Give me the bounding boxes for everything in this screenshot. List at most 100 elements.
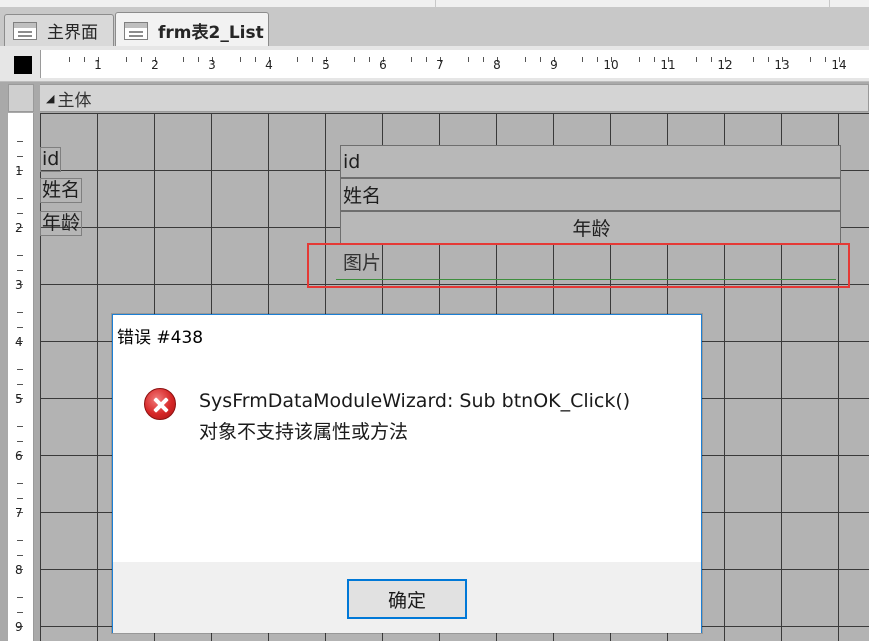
ruler-tick xyxy=(17,483,23,485)
ruler-number: 1 xyxy=(15,164,23,178)
ruler-number: 5 xyxy=(15,392,23,406)
ruler-tick xyxy=(311,57,313,62)
error-message-line1: SysFrmDataModuleWizard: Sub btnOK_Click(… xyxy=(199,390,631,412)
form-selector[interactable] xyxy=(14,56,32,74)
ruler-tick xyxy=(17,269,23,271)
ruler-tick xyxy=(639,57,641,62)
textbox-age[interactable]: 年龄 xyxy=(340,211,841,244)
ruler-tick xyxy=(17,212,23,214)
ruler-number: 14 xyxy=(831,58,847,72)
ruler-number: 3 xyxy=(208,58,216,72)
form-icon xyxy=(124,21,148,40)
ruler-number: 12 xyxy=(717,58,733,72)
ruler-tick xyxy=(710,57,712,62)
ruler-number: 2 xyxy=(151,58,159,72)
tab-label: 主界面 xyxy=(47,23,98,43)
horizontal-ruler[interactable]: 1 2 3 4 5 6 7 8 9 10 11 12 13 14 xyxy=(40,50,869,78)
error-icon xyxy=(144,388,176,420)
ruler-tick xyxy=(17,155,23,157)
ruler-number: 7 xyxy=(15,506,23,520)
textbox-id[interactable]: id xyxy=(340,145,841,178)
ruler-tick xyxy=(653,57,655,62)
tab-main-screen[interactable]: 主界面 xyxy=(4,14,114,46)
error-message-line2: 对象不支持该属性或方法 xyxy=(199,421,409,443)
label-text: id xyxy=(42,148,60,170)
ruler-tick xyxy=(753,57,755,62)
ruler-number: 8 xyxy=(493,58,501,72)
ruler-tick xyxy=(17,440,23,442)
ruler-tick xyxy=(140,57,142,62)
ruler-tick xyxy=(539,57,541,62)
ruler-tick xyxy=(83,57,85,62)
ruler-tick xyxy=(17,312,23,314)
ruler-tick xyxy=(17,369,23,371)
ruler-number: 5 xyxy=(322,58,330,72)
ruler-tick xyxy=(17,426,23,428)
ruler-number: 2 xyxy=(15,221,23,235)
ruler-number: 3 xyxy=(15,278,23,292)
ruler-number: 7 xyxy=(436,58,444,72)
label-name[interactable]: 姓名 xyxy=(40,178,83,203)
textbox-name[interactable]: 姓名 xyxy=(340,178,841,211)
form-icon xyxy=(13,21,37,40)
section-selector[interactable] xyxy=(8,84,34,112)
field-text: 年龄 xyxy=(572,218,611,240)
ruler-number: 10 xyxy=(603,58,619,72)
ok-button[interactable]: 确定 xyxy=(347,579,467,619)
section-header-detail[interactable]: ◢ 主体 xyxy=(40,84,869,112)
ruler-tick xyxy=(17,540,23,542)
document-tab-bar: 主界面 frm表2_List xyxy=(0,8,869,54)
ruler-tick xyxy=(17,326,23,328)
ruler-tick xyxy=(482,57,484,62)
ruler-tick xyxy=(582,57,584,62)
ruler-bar: 1 2 3 4 5 6 7 8 9 10 11 12 13 14 xyxy=(0,46,869,82)
ruler-tick xyxy=(17,383,23,385)
highlight-box xyxy=(307,243,850,288)
ruler-tick xyxy=(197,57,199,62)
error-dialog: 错误 #438 SysFrmDataModuleWizard: Sub btnO… xyxy=(112,314,702,633)
ruler-number: 1 xyxy=(94,58,102,72)
ruler-tick xyxy=(17,597,23,599)
tab-frm-list[interactable]: frm表2_List xyxy=(115,12,269,48)
section-label: 主体 xyxy=(57,90,92,111)
ribbon-separator xyxy=(829,0,830,8)
ruler-number: 8 xyxy=(15,563,23,577)
ruler-number: 9 xyxy=(550,58,558,72)
ruler-number: 9 xyxy=(15,620,23,634)
field-text: 姓名 xyxy=(343,185,382,207)
ruler-tick xyxy=(69,57,71,62)
ruler-number: 13 xyxy=(774,58,790,72)
ruler-number: 6 xyxy=(15,449,23,463)
ruler-tick xyxy=(240,57,242,62)
ruler-number: 11 xyxy=(660,58,676,72)
ruler-tick xyxy=(254,57,256,62)
access-form-designer: 主界面 frm表2_List 1 2 3 4 5 6 7 8 9 10 11 12 13 14 12345… xyxy=(0,0,869,641)
ruler-tick xyxy=(17,497,23,499)
ruler-tick xyxy=(17,141,23,143)
ruler-tick xyxy=(468,57,470,62)
dialog-footer: 确定 xyxy=(113,562,701,633)
label-text: 姓名 xyxy=(42,179,81,201)
ruler-tick xyxy=(368,57,370,62)
ruler-tick xyxy=(696,57,698,62)
ruler-tick xyxy=(425,57,427,62)
ruler-number: 6 xyxy=(379,58,387,72)
vertical-ruler[interactable]: 1 2 3 4 5 6 7 8 9 xyxy=(8,113,34,641)
ruler-tick xyxy=(297,57,299,62)
tab-label: frm表2_List xyxy=(158,23,264,43)
ruler-tick xyxy=(810,57,812,62)
ruler-tick xyxy=(183,57,185,62)
label-age[interactable]: 年龄 xyxy=(40,211,83,236)
dialog-title: 错误 #438 xyxy=(117,328,204,348)
field-text: id xyxy=(343,150,361,173)
ruler-tick xyxy=(824,57,826,62)
ruler-number: 4 xyxy=(265,58,273,72)
ruler-tick xyxy=(17,198,23,200)
ruler-tick xyxy=(17,554,23,556)
ruler-tick xyxy=(354,57,356,62)
ribbon-bottom-strip xyxy=(0,0,869,8)
section-collapse-icon: ◢ xyxy=(46,91,55,105)
label-id[interactable]: id xyxy=(40,147,62,172)
ruler-tick xyxy=(126,57,128,62)
ruler-number: 4 xyxy=(15,335,23,349)
